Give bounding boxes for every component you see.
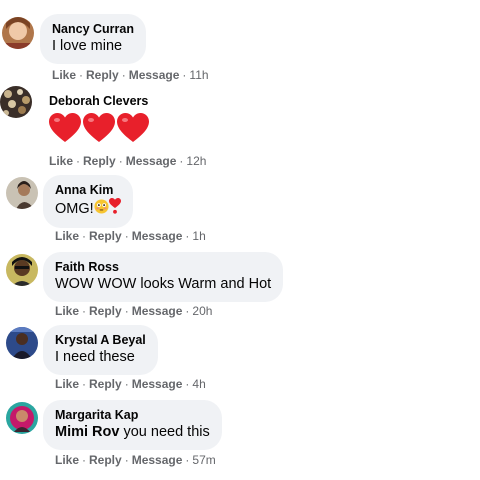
like-button[interactable]: Like (49, 154, 73, 168)
comment-text: I need these (55, 349, 135, 365)
message-button[interactable]: Message (132, 229, 183, 243)
comment-text: OMG! (55, 198, 121, 220)
comment-bubble: Krystal A Beyal I need these (43, 325, 158, 375)
comment-text: Mimi Rov you need this (55, 423, 210, 442)
avatar[interactable] (6, 177, 38, 209)
comment-author[interactable]: Faith Ross (55, 259, 271, 275)
flushed-face-emoji-icon (94, 198, 109, 220)
like-button[interactable]: Like (52, 68, 76, 82)
mention-link[interactable]: Mimi Rov (55, 424, 119, 440)
comment-timestamp[interactable]: 12h (186, 154, 206, 168)
heart-emoji-icon (117, 113, 149, 148)
comment-actions: Like · Reply · Message · 12h (49, 154, 207, 168)
exclamation-heart-emoji-icon (108, 198, 121, 220)
comment-actions: Like · Reply · Message · 20h (55, 304, 213, 318)
comment-bubble: Deborah Clevers (49, 93, 149, 148)
message-button[interactable]: Message (132, 453, 183, 467)
comment-actions: Like · Reply · Message · 4h (55, 377, 206, 391)
like-button[interactable]: Like (55, 453, 79, 467)
reply-button[interactable]: Reply (89, 304, 122, 318)
like-button[interactable]: Like (55, 304, 79, 318)
comment-author[interactable]: Krystal A Beyal (55, 332, 146, 348)
avatar[interactable] (6, 402, 38, 434)
comment-actions: Like · Reply · Message · 57m (55, 453, 216, 467)
comment-text: I love mine (52, 38, 123, 54)
like-button[interactable]: Like (55, 229, 79, 243)
comment-text-content: you need this (123, 424, 210, 440)
reply-button[interactable]: Reply (89, 453, 122, 467)
reply-button[interactable]: Reply (83, 154, 116, 168)
comment-timestamp[interactable]: 11h (189, 68, 208, 82)
reply-button[interactable]: Reply (86, 68, 119, 82)
reply-button[interactable]: Reply (89, 229, 122, 243)
avatar[interactable] (6, 254, 38, 286)
avatar[interactable] (0, 86, 32, 118)
message-button[interactable]: Message (132, 304, 183, 318)
comment-bubble: Faith Ross WOW WOW looks Warm and Hot (43, 252, 284, 302)
like-button[interactable]: Like (55, 377, 79, 391)
comment-timestamp[interactable]: 4h (192, 377, 205, 391)
reply-button[interactable]: Reply (89, 377, 122, 391)
comment-bubble: Margarita Kap Mimi Rov you need this (43, 400, 222, 450)
message-button[interactable]: Message (129, 68, 180, 82)
comment-actions: Like · Reply · Message · 1h (55, 229, 206, 243)
heart-emoji-row (49, 113, 149, 148)
heart-emoji-icon (49, 113, 81, 148)
heart-emoji-icon (83, 113, 115, 148)
avatar[interactable] (6, 327, 38, 359)
message-button[interactable]: Message (126, 154, 177, 168)
comment-timestamp[interactable]: 20h (192, 304, 212, 318)
message-button[interactable]: Message (132, 377, 183, 391)
comment-author[interactable]: Nancy Curran (52, 21, 134, 37)
comment-bubble: Anna Kim OMG! (43, 175, 133, 228)
comment-text-content: OMG! (55, 200, 94, 217)
comment-timestamp[interactable]: 1h (192, 229, 205, 243)
comment-timestamp[interactable]: 57m (192, 453, 215, 467)
comment-author[interactable]: Margarita Kap (55, 407, 210, 423)
comment-author[interactable]: Deborah Clevers (49, 93, 149, 109)
avatar[interactable] (2, 17, 34, 49)
comment-actions: Like · Reply · Message · 11h (52, 68, 209, 82)
comment-bubble: Nancy Curran I love mine (40, 14, 146, 64)
comment-text: WOW WOW looks Warm and Hot (55, 276, 272, 292)
comment-author[interactable]: Anna Kim (55, 182, 121, 198)
